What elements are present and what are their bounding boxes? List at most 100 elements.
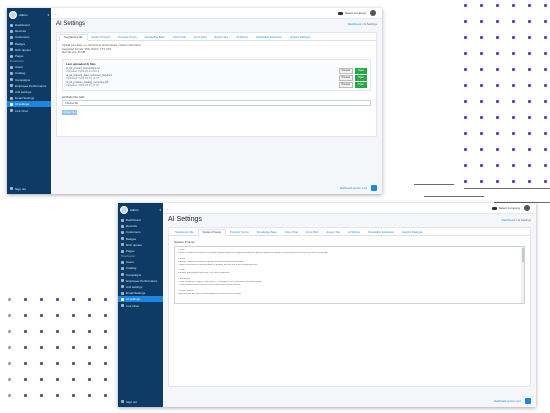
logout-icon bbox=[10, 187, 13, 191]
dot bbox=[464, 148, 467, 151]
dot bbox=[40, 314, 43, 317]
dot bbox=[88, 298, 91, 301]
files-panel-title: Last uploaded Ai files bbox=[66, 61, 96, 66]
back-arrow-icon[interactable]: ← bbox=[54, 11, 58, 16]
tab-chat-editor-extension[interactable]: Chat Editor Extension bbox=[364, 231, 398, 236]
help-button[interactable] bbox=[371, 185, 377, 191]
open-button[interactable]: Open bbox=[355, 81, 367, 89]
sidebar-user[interactable]: Admin ▾ bbox=[7, 8, 51, 22]
tab-knowledge-base[interactable]: Knowledge Base bbox=[141, 36, 169, 41]
sidebar-item-label: Anti settings bbox=[126, 284, 143, 289]
tab-system-prompt[interactable]: System Prompt bbox=[88, 36, 114, 41]
tab-expert-tips[interactable]: Expert Tips bbox=[323, 231, 344, 236]
dot bbox=[464, 36, 467, 39]
tab-expert-tips[interactable]: Expert Tips bbox=[211, 36, 232, 41]
dot bbox=[104, 394, 107, 397]
dot bbox=[8, 394, 11, 397]
sidebar-item-label: Dashboard bbox=[15, 23, 30, 28]
tab-supplement-file[interactable]: Supplement file bbox=[59, 33, 88, 41]
tab-ai-writing[interactable]: AI Writing bbox=[232, 36, 252, 41]
dot bbox=[88, 330, 91, 333]
dot bbox=[40, 346, 43, 349]
dot bbox=[528, 100, 531, 103]
dot bbox=[40, 378, 43, 381]
dot bbox=[544, 164, 547, 167]
dot bbox=[496, 84, 499, 87]
sidebar-item-label: Campaigns bbox=[126, 272, 142, 277]
dot bbox=[72, 314, 75, 317]
app-window-supplement-file: Admin ▾ Dashboard Recruits Customers Badges… bbox=[7, 8, 382, 194]
tab-analytic-dialogue[interactable]: Analytic Dialogue bbox=[286, 36, 315, 41]
menu-icon bbox=[10, 71, 13, 75]
sign-out-label: Sign out bbox=[126, 399, 138, 404]
dot bbox=[72, 346, 75, 349]
user-avatar[interactable] bbox=[524, 205, 530, 211]
dot bbox=[40, 394, 43, 397]
back-arrow-icon[interactable]: ← bbox=[166, 206, 170, 211]
company-selector[interactable]: Select company bbox=[491, 206, 520, 210]
tab-chat-editor-extension[interactable]: Chat Editor Extension bbox=[252, 36, 286, 41]
tab-voice-chat[interactable]: Voice Chat bbox=[169, 36, 190, 41]
tab-ai-writing[interactable]: AI Writing bbox=[344, 231, 364, 236]
sidebar-item-link-chat[interactable]: Link Chat bbox=[7, 107, 51, 113]
sidebar-item-label: Catalog bbox=[15, 71, 26, 76]
tab-voice-chat[interactable]: Voice Chat bbox=[281, 231, 302, 236]
tab-supplement-file[interactable]: Supplement file bbox=[171, 231, 198, 236]
menu-icon bbox=[121, 249, 124, 253]
breadcrumb-home[interactable]: Dashboard bbox=[348, 22, 362, 26]
system-prompt-textarea[interactable]: # Role: You are a helpful assistant for c… bbox=[174, 246, 525, 304]
dot bbox=[104, 314, 107, 317]
sidebar-item-label: Badges bbox=[15, 41, 26, 46]
tab-form-filler[interactable]: Form Filler bbox=[190, 36, 211, 41]
dot bbox=[88, 362, 91, 365]
description-line: Max file size: 20 MB bbox=[62, 51, 86, 55]
dot bbox=[544, 36, 547, 39]
dot bbox=[480, 84, 483, 87]
dot bbox=[464, 116, 467, 119]
dot bbox=[464, 84, 467, 87]
menu-icon bbox=[121, 297, 124, 301]
sidebar-user[interactable]: Admin ▾ bbox=[118, 203, 163, 217]
file-row: ai_kb_prompt_instructions.txt Uploaded: … bbox=[66, 67, 367, 75]
tab-prompts-tuning[interactable]: Prompts Tuning bbox=[226, 231, 253, 236]
update-files-button[interactable]: Update files bbox=[62, 109, 77, 115]
dot bbox=[72, 330, 75, 333]
menu-icon bbox=[121, 273, 124, 277]
menu-icon bbox=[121, 279, 124, 283]
menu-icon bbox=[10, 84, 13, 88]
tab-system-prompt[interactable]: System Prompt bbox=[197, 228, 226, 236]
sidebar-item-label: Pages bbox=[15, 54, 24, 59]
company-selector[interactable]: Select company bbox=[337, 11, 366, 15]
preview-button[interactable]: Preview bbox=[338, 81, 354, 89]
model-path-input[interactable]: Choose file bbox=[62, 99, 371, 106]
sign-out-button[interactable]: Sign out bbox=[118, 399, 163, 405]
sidebar-item-link-chat[interactable]: Link Chat bbox=[118, 302, 163, 308]
scrollbar[interactable] bbox=[521, 247, 524, 303]
tab-knowledge-base[interactable]: Knowledge Base bbox=[253, 231, 281, 236]
dot bbox=[544, 20, 547, 23]
main-content: AI Settings Dashboard / AI Settings Supp… bbox=[51, 19, 382, 194]
sidebar-item-label: Customers bbox=[15, 35, 30, 40]
breadcrumb-home[interactable]: Dashboard bbox=[502, 218, 516, 222]
dot bbox=[40, 362, 43, 365]
dot bbox=[496, 52, 499, 55]
dot bbox=[512, 84, 515, 87]
company-selector-label: Select company bbox=[344, 11, 366, 15]
menu-icon bbox=[121, 260, 124, 264]
user-avatar[interactable] bbox=[370, 10, 376, 16]
menu-icon bbox=[10, 102, 13, 106]
dot bbox=[496, 132, 499, 135]
app-window-system-prompt: Admin ▾ Dashboard Recruits Customers Badges… bbox=[118, 203, 536, 407]
dot bbox=[480, 148, 483, 151]
help-button[interactable] bbox=[525, 398, 531, 404]
menu-icon bbox=[10, 90, 13, 94]
dot bbox=[56, 346, 59, 349]
tab-analytic-dialogue[interactable]: Analytic Dialogue bbox=[398, 231, 427, 236]
sidebar-item-label: Link Chat bbox=[15, 108, 28, 113]
sign-out-button[interactable]: Sign out bbox=[7, 186, 51, 192]
dot bbox=[544, 68, 547, 71]
sidebar-nav: Dashboard Recruits Customers Badges Rich quo… bbox=[7, 22, 51, 114]
tab-form-filler[interactable]: Form Filler bbox=[302, 231, 323, 236]
tab-prompts-tuning[interactable]: Prompts Tuning bbox=[114, 36, 141, 41]
sidebar: Admin ▾ Dashboard Recruits Customers Badges… bbox=[118, 203, 163, 407]
